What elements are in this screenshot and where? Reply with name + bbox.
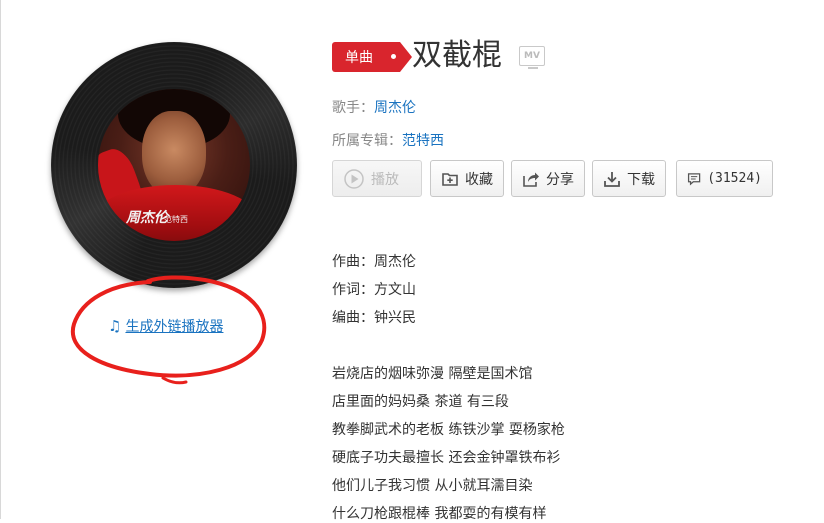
player-link-label: 生成外链播放器 [125, 319, 224, 335]
comments-button[interactable]: (31524) [676, 160, 773, 197]
album-row: 所属专辑：范特西 [332, 130, 444, 150]
album-cover: 周杰伦 范特西 [98, 89, 250, 241]
cover-text-sub: 范特西 [164, 215, 188, 224]
folder-add-icon [442, 172, 458, 186]
generate-external-player-link[interactable]: ♫ 生成外链播放器 [108, 317, 223, 335]
lyric-line: 店里面的妈妈桑 茶道 有三段 [332, 394, 509, 410]
play-icon [344, 168, 364, 189]
lyric-line: 教拳脚武术的老板 练铁沙掌 耍杨家枪 [332, 422, 565, 438]
comment-icon [687, 172, 701, 186]
music-note-icon: ♫ [108, 316, 122, 335]
mv-icon[interactable]: MV [519, 46, 545, 69]
singer-label: 歌手： [332, 100, 374, 116]
arranger-credit: 编曲：钟兴民 [332, 310, 416, 326]
singer-row: 歌手：周杰伦 [332, 97, 416, 117]
play-button[interactable]: 播放 [332, 160, 422, 197]
share-button[interactable]: 分享 [511, 160, 585, 197]
lyric-line: 什么刀枪跟棍棒 我都耍的有模有样 [332, 506, 547, 522]
lyric-line: 他们儿子我习惯 从小就耳濡目染 [332, 478, 533, 494]
play-label: 播放 [371, 171, 399, 188]
download-icon [604, 171, 620, 187]
collect-label: 收藏 [465, 171, 493, 188]
cover-text-main: 周杰伦 [126, 210, 168, 226]
share-label: 分享 [546, 171, 574, 188]
comments-count: (31524) [707, 171, 762, 186]
album-label: 所属专辑： [332, 133, 402, 149]
album-link[interactable]: 范特西 [402, 133, 444, 149]
download-label: 下载 [627, 171, 655, 188]
lyricist-credit: 作词：方文山 [332, 282, 416, 298]
song-title: 双截棍 [412, 38, 502, 73]
lyric-line: 硬底子功夫最擅长 还会金钟罩铁布衫 [332, 450, 561, 466]
share-icon [523, 172, 539, 187]
singer-link[interactable]: 周杰伦 [374, 100, 416, 116]
lyric-line: 岩烧店的烟味弥漫 隔壁是国术馆 [332, 366, 533, 382]
single-badge: 单曲 [332, 42, 412, 72]
collect-button[interactable]: 收藏 [430, 160, 504, 197]
download-button[interactable]: 下载 [592, 160, 666, 197]
left-border [0, 0, 1, 519]
composer-credit: 作曲：周杰伦 [332, 254, 416, 270]
album-vinyl-record: 周杰伦 范特西 [51, 42, 297, 288]
